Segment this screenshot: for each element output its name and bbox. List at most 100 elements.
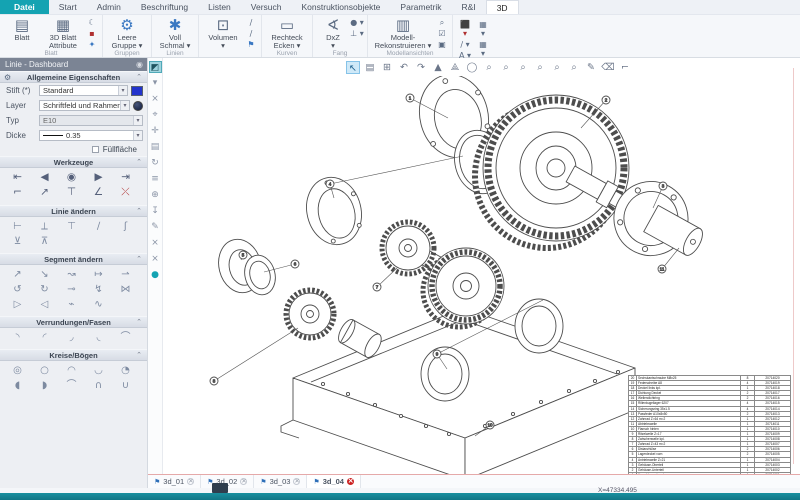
draw-icon[interactable]: ✎: [584, 61, 598, 74]
leere-gruppe-button[interactable]: ⚙ Leere Gruppe ▾: [106, 16, 148, 50]
menu-tab[interactable]: 3D: [486, 0, 519, 14]
3d-blatt-attribute-button[interactable]: ▦ 3D Blatt Attribute: [41, 16, 85, 50]
chevron-up-icon[interactable]: ⌃: [136, 157, 142, 169]
chevron-up-icon[interactable]: ⌃: [136, 350, 142, 362]
seg-break-icon[interactable]: ↯: [85, 282, 112, 297]
snap-intersection-icon[interactable]: ⨯: [149, 93, 162, 105]
copy-icon[interactable]: ⊞: [380, 61, 394, 74]
menu-tab[interactable]: Admin: [87, 0, 131, 14]
arc-top-icon[interactable]: ◠: [58, 363, 85, 378]
layers-icon[interactable]: ≡: [149, 173, 162, 185]
menu-tab[interactable]: R&I: [452, 0, 486, 14]
zoom-prev-icon[interactable]: ⌕: [550, 61, 564, 74]
seg-attach-icon[interactable]: ⊸: [58, 282, 85, 297]
sheet-tab[interactable]: ⚑ 3d_03 ✕: [254, 475, 307, 488]
zoom-select-icon[interactable]: ⌕: [567, 61, 581, 74]
checkbox-icon[interactable]: ☑: [435, 29, 449, 38]
line-tangent-icon[interactable]: ⊤: [58, 219, 85, 234]
pen-line-icon[interactable]: ∕ ▾: [458, 40, 472, 49]
arc-right-icon[interactable]: ◗: [31, 378, 58, 393]
chevron-down-icon[interactable]: ▾: [120, 101, 129, 110]
snap-down-icon[interactable]: ↧: [149, 205, 162, 217]
flag-icon[interactable]: ⚑: [244, 40, 258, 49]
seg-wave-icon[interactable]: ∿: [85, 297, 112, 312]
select-icon[interactable]: ↖: [346, 61, 360, 74]
line-perp-icon[interactable]: ⊢: [4, 219, 31, 234]
menu-tab[interactable]: Beschriftung: [131, 0, 198, 14]
zoom-in-icon[interactable]: ⌕: [482, 61, 496, 74]
sheet-tab[interactable]: ⚑ 3d_04 ✕: [307, 475, 361, 488]
sheet-tab[interactable]: ⚑ 3d_01 ✕: [148, 475, 201, 488]
image-icon[interactable]: ▣: [435, 40, 449, 49]
seg-move-icon[interactable]: ↗: [4, 267, 31, 282]
snap-cross-icon[interactable]: ✛: [149, 125, 162, 137]
close-icon[interactable]: ✕: [347, 478, 354, 485]
fillet-se-icon[interactable]: ◞: [58, 330, 85, 345]
arc-bottom-icon[interactable]: ◡: [85, 363, 112, 378]
rotate-icon[interactable]: ↻: [149, 157, 162, 169]
select-mode-icon[interactable]: ◩: [149, 61, 162, 73]
layer-select[interactable]: Schriftfeld und Rahmen ▾: [39, 100, 130, 111]
line-join-icon[interactable]: ⊼: [31, 234, 58, 249]
blatt-button[interactable]: ▤ Blatt: [3, 16, 41, 50]
close-icon[interactable]: ✕: [240, 478, 247, 485]
fillet-nw-icon[interactable]: ◜: [31, 330, 58, 345]
chevron-up-icon[interactable]: ⌃: [136, 254, 142, 266]
section-header-kreise-boegen[interactable]: Kreise/Bögen ⌃: [0, 349, 147, 361]
seg-curve-icon[interactable]: ↝: [58, 267, 85, 282]
typ-select[interactable]: E10 ▾: [39, 115, 143, 126]
snap-x1-icon[interactable]: ⨯: [149, 237, 162, 249]
seg-zigzag-icon[interactable]: ⌁: [58, 297, 85, 312]
fillet-sw-icon[interactable]: ◟: [85, 330, 112, 345]
rechteck-ecken-button[interactable]: ▭ Rechteck Ecken ▾: [265, 16, 309, 50]
close-icon[interactable]: ✕: [293, 478, 300, 485]
grid1-icon[interactable]: ▦ ▾: [476, 20, 490, 38]
redo-icon[interactable]: ↷: [414, 61, 428, 74]
section-header-allgemeine-eigenschaften[interactable]: ⚙ Allgemeine Eigenschaften ⌃: [0, 71, 147, 83]
line-icon[interactable]: ∕: [244, 18, 258, 27]
section-header-segment-aendern[interactable]: Segment ändern ⌃: [0, 253, 147, 265]
snap-target-icon[interactable]: ⌖: [149, 109, 162, 121]
volumen-button[interactable]: ⊡ Volumen ▾: [202, 16, 244, 50]
section-header-werkzeuge[interactable]: Werkzeuge ⌃: [0, 156, 147, 168]
menu-tab[interactable]: Listen: [198, 0, 241, 14]
arc-icon[interactable]: ⌒: [58, 378, 85, 393]
line-spline-icon[interactable]: ʃ: [112, 219, 139, 234]
dxz-button[interactable]: ∢ DxZ ▾: [316, 16, 350, 50]
menu-tab[interactable]: Versuch: [241, 0, 292, 14]
grid2-icon[interactable]: ▦ ▾: [476, 40, 490, 58]
seg-stretch-icon[interactable]: ↘: [31, 267, 58, 282]
go-last-icon[interactable]: ⇥: [112, 170, 139, 185]
chevron-down-icon[interactable]: ▾: [133, 116, 142, 125]
pin-icon[interactable]: ◉: [136, 58, 143, 71]
undo-icon[interactable]: ↶: [397, 61, 411, 74]
seg-rotate-ccw-icon[interactable]: ↺: [4, 282, 31, 297]
attribute-color-icon[interactable]: ▪: [85, 29, 99, 38]
arc-3pt-icon[interactable]: ◔: [112, 363, 139, 378]
extend-icon[interactable]: ↗: [31, 185, 58, 200]
snap-center-icon[interactable]: ⊕: [149, 189, 162, 201]
arc-left-icon[interactable]: ◖: [4, 378, 31, 393]
seg-right-icon[interactable]: ▷: [4, 297, 31, 312]
layer-sphere-icon[interactable]: [133, 101, 143, 111]
solid-cube-icon[interactable]: ⬛ ▾: [458, 20, 472, 38]
chevron-up-icon[interactable]: ⌃: [136, 317, 142, 329]
seg-merge-icon[interactable]: ⋈: [112, 282, 139, 297]
seg-map-icon[interactable]: ↦: [85, 267, 112, 282]
dropdown-icon[interactable]: ▾: [149, 77, 162, 89]
modell-rekonstruieren-button[interactable]: ▥ Modell- Rekonstruieren ▾: [371, 16, 435, 50]
chevron-up-icon[interactable]: ⌃: [136, 206, 142, 218]
seg-left-icon[interactable]: ◁: [31, 297, 58, 312]
chevron-up-icon[interactable]: ⌃: [136, 72, 142, 84]
delete-element-icon[interactable]: ⤫: [112, 185, 139, 200]
shape-icon[interactable]: ✦: [85, 40, 99, 49]
fillet-ne-icon[interactable]: ◝: [4, 330, 31, 345]
chamfer-icon[interactable]: ⌒: [112, 330, 139, 345]
perpendicular-dropdown-icon[interactable]: ⊥ ▾: [350, 29, 364, 38]
pencil-icon[interactable]: ✎: [149, 221, 162, 233]
menu-tab[interactable]: Konstruktionsobjekte: [292, 0, 391, 14]
section-header-verrundungen[interactable]: Verrundungen/Fasen ⌃: [0, 316, 147, 328]
trim-corner-icon[interactable]: ⌐: [4, 185, 31, 200]
view-fit-icon[interactable]: ⟁: [448, 61, 462, 74]
next-icon[interactable]: ▶: [85, 170, 112, 185]
